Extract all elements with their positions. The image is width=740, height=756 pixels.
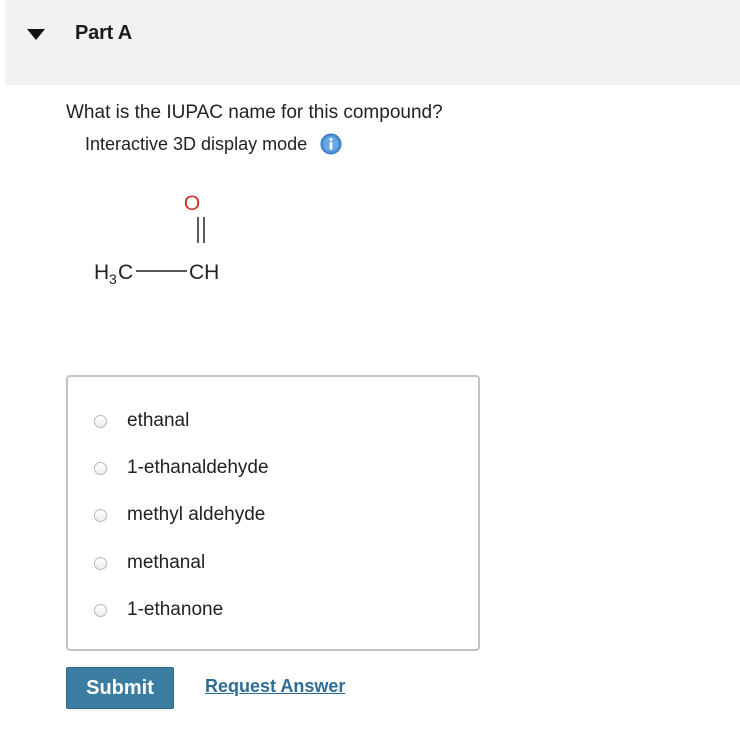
- methyl-h: H: [94, 261, 109, 284]
- methyl-carbon: C: [118, 261, 133, 284]
- option-label: ethanal: [127, 410, 190, 431]
- option-methanal[interactable]: methanal: [68, 543, 478, 583]
- display-mode-row: Interactive 3D display mode: [85, 133, 342, 155]
- page: Part A What is the IUPAC name for this c…: [0, 0, 740, 756]
- part-title: Part A: [75, 22, 132, 44]
- option-label: 1-ethanaldehyde: [127, 457, 269, 478]
- option-1-ethanone[interactable]: 1-ethanone: [68, 590, 478, 630]
- radio-button[interactable]: [94, 461, 107, 475]
- answer-choices: ethanal 1-ethanaldehyde methyl aldehyde …: [66, 375, 480, 651]
- triangle-down-icon[interactable]: [27, 29, 45, 40]
- radio-button[interactable]: [94, 603, 107, 617]
- submit-button[interactable]: Submit: [66, 667, 174, 709]
- part-header[interactable]: Part A: [5, 0, 740, 85]
- request-answer-link[interactable]: Request Answer: [205, 676, 345, 697]
- option-label: methanal: [127, 552, 206, 573]
- radio-button[interactable]: [94, 414, 107, 428]
- question-text: What is the IUPAC name for this compound…: [66, 102, 443, 123]
- compound-structure: O H 3 C CH: [94, 192, 219, 287]
- display-mode-label: Interactive 3D display mode: [85, 133, 308, 154]
- option-1-ethanaldehyde[interactable]: 1-ethanaldehyde: [68, 448, 478, 488]
- radio-button[interactable]: [94, 556, 107, 570]
- info-icon[interactable]: [320, 133, 342, 155]
- radio-button[interactable]: [94, 508, 107, 522]
- option-label: methyl aldehyde: [127, 504, 266, 525]
- option-ethanal[interactable]: ethanal: [68, 401, 478, 441]
- option-label: 1-ethanone: [127, 599, 224, 620]
- option-methyl-aldehyde[interactable]: methyl aldehyde: [68, 495, 478, 535]
- methyl-subscript: 3: [109, 271, 117, 287]
- oxygen-atom: O: [184, 192, 200, 215]
- carbonyl-group: CH: [189, 261, 219, 284]
